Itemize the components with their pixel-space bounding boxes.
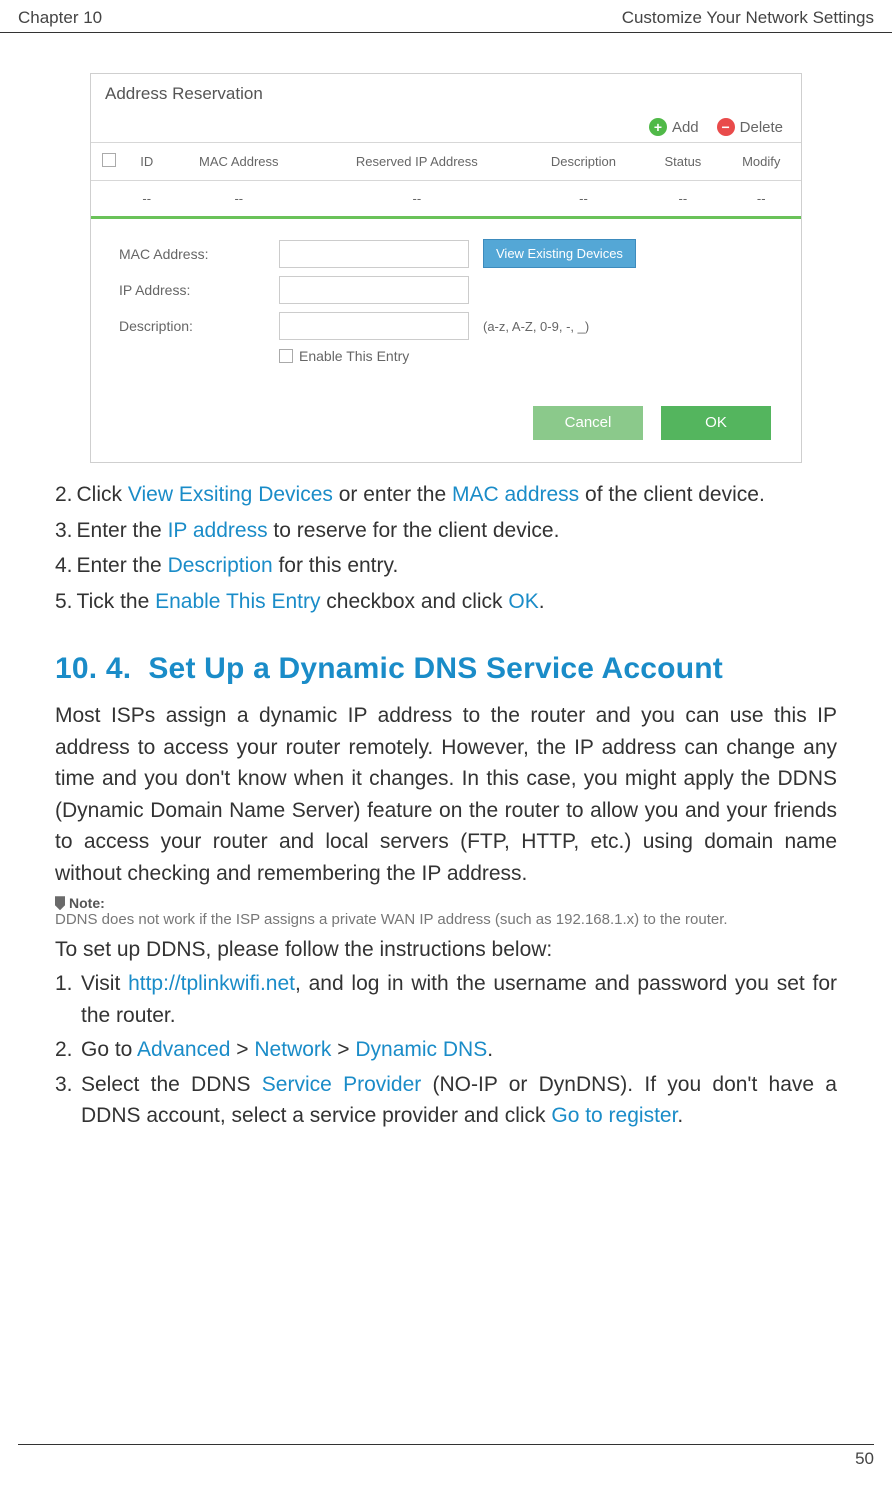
flag-icon: [55, 896, 65, 910]
delete-button[interactable]: − Delete: [717, 118, 783, 136]
tplink-url: http://tplinkwifi.net: [128, 972, 295, 995]
step-b2-pre: Go to: [81, 1038, 137, 1061]
desc-hint: (a-z, A-Z, 0-9, -, _): [483, 319, 589, 334]
col-mac: MAC Address: [167, 143, 312, 181]
table-row: -- -- -- -- -- --: [91, 181, 801, 218]
section-title: Set Up a Dynamic DNS Service Account: [148, 652, 723, 685]
entry-form: MAC Address: View Existing Devices IP Ad…: [91, 219, 801, 384]
chapter-label: Chapter 10: [18, 8, 102, 28]
sep1: >: [230, 1038, 254, 1061]
col-status: Status: [644, 143, 721, 181]
cell-id: --: [127, 181, 167, 218]
section-number: 10. 4.: [55, 652, 131, 685]
step-item: 2.Click View Exsiting Devices or enter t…: [55, 479, 837, 512]
cell-chk: [91, 181, 127, 218]
step-item: 5.Tick the Enable This Entry checkbox an…: [55, 586, 837, 619]
cell-mac: --: [167, 181, 312, 218]
reservation-table: ID MAC Address Reserved IP Address Descr…: [91, 142, 801, 219]
mac-label: MAC Address:: [119, 246, 279, 262]
ok-button[interactable]: OK: [661, 406, 771, 440]
nav-network: Network: [254, 1038, 331, 1061]
nav-advanced: Advanced: [137, 1038, 230, 1061]
step-b3-post: .: [677, 1104, 683, 1127]
view-existing-devices-button[interactable]: View Existing Devices: [483, 239, 636, 268]
enable-label: Enable This Entry: [299, 348, 409, 364]
panel-title: Address Reservation: [91, 74, 801, 110]
service-provider: Service Provider: [262, 1073, 421, 1096]
step-b2-post: .: [487, 1038, 493, 1061]
section-heading: 10. 4. Set Up a Dynamic DNS Service Acco…: [55, 652, 837, 686]
ip-input[interactable]: [279, 276, 469, 304]
steps-list-a: 2.Click View Exsiting Devices or enter t…: [55, 479, 837, 618]
nav-ddns: Dynamic DNS: [355, 1038, 487, 1061]
cell-desc: --: [523, 181, 645, 218]
table-header-row: ID MAC Address Reserved IP Address Descr…: [91, 143, 801, 181]
step-b3-pre: Select the DDNS: [81, 1073, 262, 1096]
delete-label: Delete: [740, 119, 783, 136]
mac-input[interactable]: [279, 240, 469, 268]
desc-label: Description:: [119, 318, 279, 334]
desc-input[interactable]: [279, 312, 469, 340]
col-modify: Modify: [721, 143, 801, 181]
steps-list-b: 1. Visit http://tplinkwifi.net, and log …: [55, 968, 837, 1132]
cell-status: --: [644, 181, 721, 218]
go-to-register: Go to register: [551, 1104, 677, 1127]
cancel-button[interactable]: Cancel: [533, 406, 643, 440]
page-header: Chapter 10 Customize Your Network Settin…: [0, 0, 892, 33]
cell-modify: --: [721, 181, 801, 218]
note-block: Note:: [55, 895, 837, 911]
cell-ip: --: [311, 181, 523, 218]
add-label: Add: [672, 119, 699, 136]
col-ip: Reserved IP Address: [311, 143, 523, 181]
section-label: Customize Your Network Settings: [622, 8, 874, 28]
step-item: 3.Enter the IP address to reserve for th…: [55, 515, 837, 548]
col-id: ID: [127, 143, 167, 181]
address-reservation-panel: Address Reservation + Add − Delete ID MA…: [90, 73, 802, 463]
followup-text: To set up DDNS, please follow the instru…: [55, 938, 837, 962]
step-b2: 2. Go to Advanced > Network > Dynamic DN…: [55, 1034, 837, 1066]
col-checkbox: [91, 143, 127, 181]
step-b3: 3. Select the DDNS Service Provider (NO-…: [55, 1069, 837, 1132]
note-label: Note:: [69, 895, 105, 911]
minus-icon: −: [717, 118, 735, 136]
panel-toolbar: + Add − Delete: [91, 110, 801, 142]
page-number: 50: [18, 1444, 874, 1469]
col-desc: Description: [523, 143, 645, 181]
ip-label: IP Address:: [119, 282, 279, 298]
step-b1-pre: Visit: [81, 972, 128, 995]
step-b1: 1. Visit http://tplinkwifi.net, and log …: [55, 968, 837, 1031]
add-button[interactable]: + Add: [649, 118, 699, 136]
step-item: 4.Enter the Description for this entry.: [55, 550, 837, 583]
sep2: >: [331, 1038, 355, 1061]
note-text: DDNS does not work if the ISP assigns a …: [55, 911, 837, 928]
enable-checkbox[interactable]: [279, 349, 293, 363]
checkbox-icon[interactable]: [102, 153, 116, 167]
ddns-paragraph: Most ISPs assign a dynamic IP address to…: [55, 700, 837, 889]
plus-icon: +: [649, 118, 667, 136]
